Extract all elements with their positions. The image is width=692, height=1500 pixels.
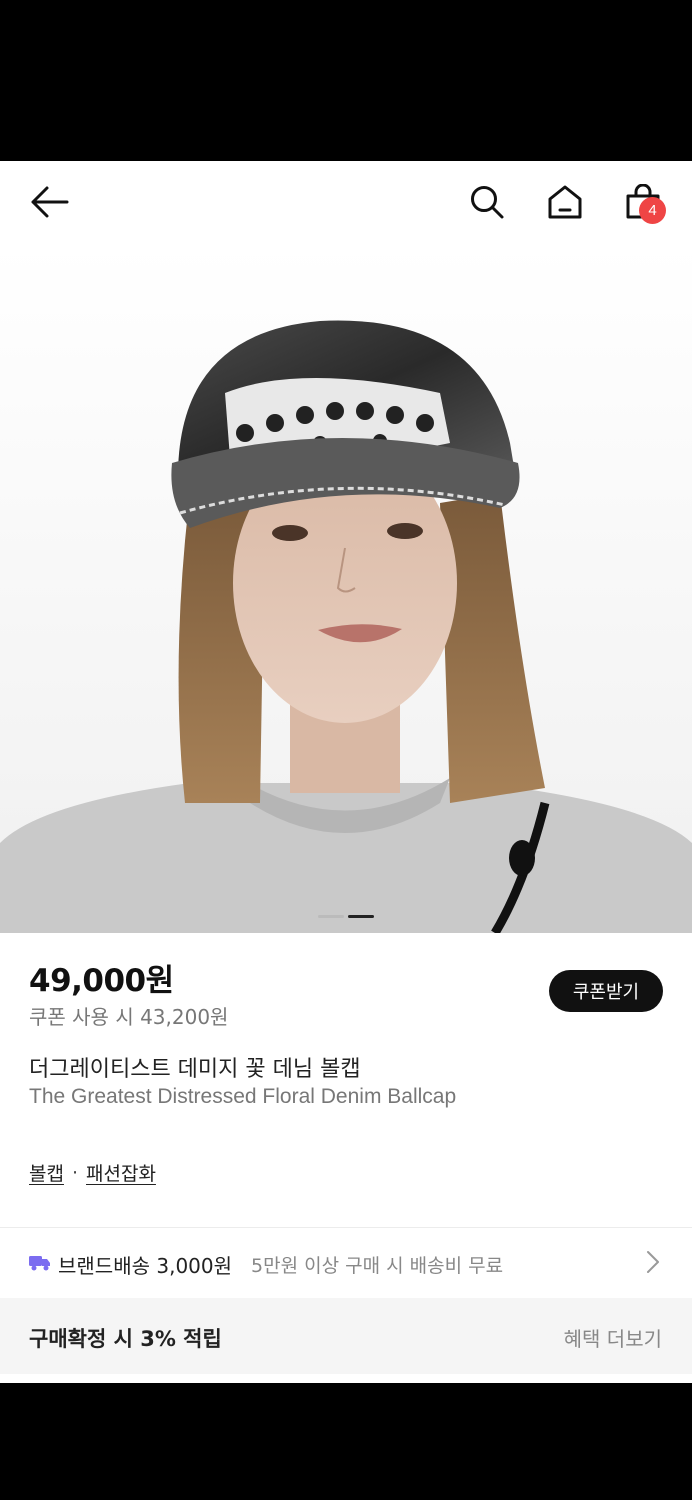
top-nav-bar: 4 — [0, 161, 692, 243]
chevron-right-icon — [647, 1251, 659, 1273]
coupon-button[interactable]: 쿠폰받기 — [549, 970, 663, 1012]
cart-button[interactable]: 4 — [620, 179, 666, 225]
free-shipping-note: 5만원 이상 구매 시 배송비 무료 — [251, 1255, 504, 1277]
search-icon — [471, 186, 504, 219]
home-button[interactable] — [542, 179, 588, 225]
indicator-dot-active — [348, 915, 374, 918]
shipping-info-row[interactable]: 브랜드배송 3,000원 5만원 이상 구매 시 배송비 무료 — [0, 1228, 692, 1298]
home-icon — [548, 185, 582, 219]
product-name-korean: 더그레이티스트 데미지 꽃 데님 볼캡 — [29, 1057, 361, 1082]
category-separator: · — [71, 1161, 79, 1184]
indicator-dot — [318, 915, 344, 918]
category-link-fashion-goods[interactable]: 패션잡화 — [86, 1159, 156, 1186]
benefit-title: 구매확정 시 3% 적립 — [29, 1327, 222, 1351]
category-breadcrumb: 볼캡 · 패션잡화 — [29, 1159, 156, 1186]
benefit-more-link[interactable]: 혜택 더보기 — [564, 1323, 662, 1352]
image-indicator — [0, 915, 692, 919]
arrow-left-icon — [31, 186, 69, 218]
search-button[interactable] — [464, 179, 510, 225]
truck-icon — [29, 1256, 50, 1271]
coupon-price: 쿠폰 사용 시 43,200원 — [29, 1005, 229, 1029]
cart-count-badge: 4 — [639, 197, 666, 224]
product-image-carousel[interactable] — [0, 243, 692, 933]
product-price: 49,000원 — [29, 963, 174, 999]
product-photo — [0, 243, 692, 933]
shipping-title: 브랜드배송 3,000원 — [58, 1254, 233, 1278]
product-name-english: The Greatest Distressed Floral Denim Bal… — [29, 1085, 457, 1108]
category-link-ballcap[interactable]: 볼캡 — [29, 1159, 64, 1186]
product-screen: 4 49,000원 쿠폰 사용 시 43,200원 쿠폰받기 더그레이티스트 데… — [0, 161, 692, 1383]
purchase-benefit-bar: 구매확정 시 3% 적립 혜택 더보기 — [0, 1298, 692, 1374]
back-button[interactable] — [26, 179, 72, 225]
